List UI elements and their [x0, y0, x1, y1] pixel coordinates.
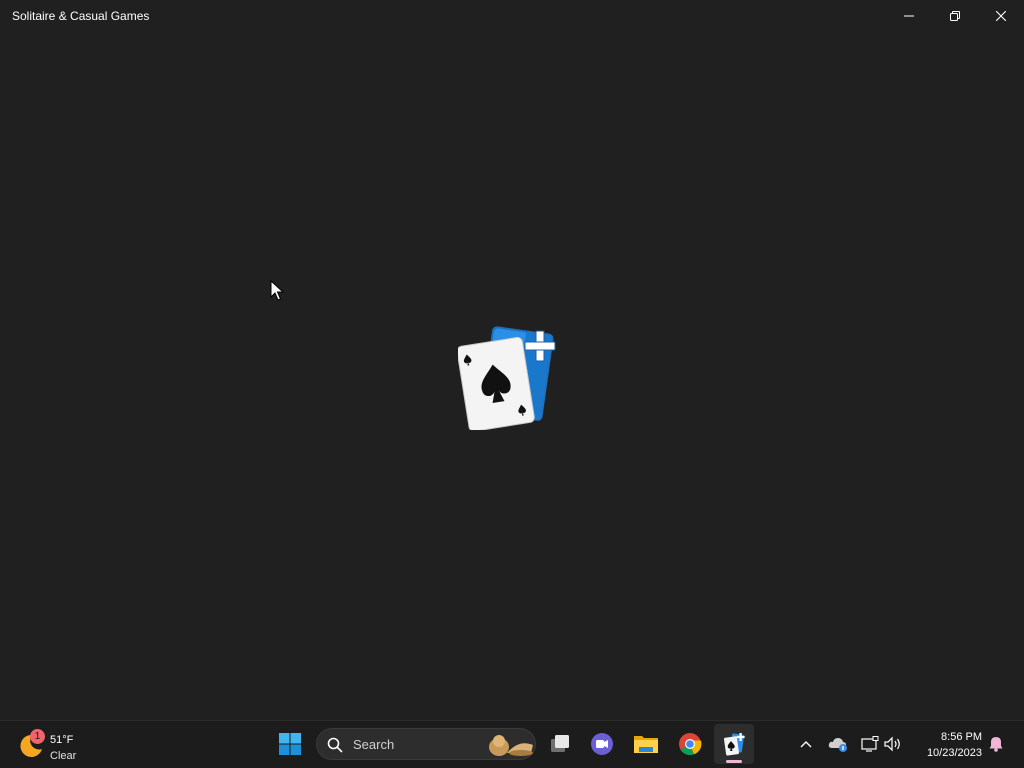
tray-overflow-button[interactable] [794, 732, 818, 756]
teams-icon [591, 733, 613, 755]
tray-onedrive[interactable] [826, 732, 850, 756]
taskbar-file-explorer[interactable] [626, 724, 666, 764]
notification-button[interactable] [984, 732, 1008, 756]
volume-icon [884, 736, 900, 752]
weather-widget[interactable]: 1 51°F Clear [14, 725, 104, 765]
window-title: Solitaire & Casual Games [12, 9, 150, 23]
restore-button[interactable] [932, 0, 978, 32]
close-icon [996, 11, 1006, 21]
taskbar-clock[interactable]: 8:56 PM 10/23/2023 [912, 729, 982, 761]
chevron-up-icon [800, 741, 812, 748]
bell-icon [989, 737, 1003, 752]
weather-temperature: 51°F [50, 734, 74, 746]
chrome-icon [679, 733, 702, 756]
solitaire-window: Solitaire & Casual Games [0, 0, 1024, 720]
title-bar[interactable]: Solitaire & Casual Games [0, 0, 1024, 32]
solitaire-icon [723, 733, 745, 756]
solitaire-logo-icon [458, 326, 556, 430]
restore-icon [950, 11, 960, 21]
weather-alert-badge: 1 [30, 729, 45, 744]
active-app-indicator [726, 760, 742, 763]
tray-volume[interactable] [881, 732, 905, 756]
windows-start-icon [279, 733, 301, 755]
network-icon [861, 736, 879, 752]
mouse-cursor-icon [270, 280, 284, 301]
search-icon [327, 737, 343, 753]
start-button[interactable] [270, 724, 310, 764]
window-controls [886, 0, 1024, 32]
tray-network[interactable] [858, 732, 882, 756]
close-button[interactable] [978, 0, 1024, 32]
weather-condition: Clear [50, 750, 77, 762]
onedrive-icon [828, 738, 847, 752]
search-highlight-icon [489, 735, 533, 756]
clock-time: 8:56 PM [941, 731, 982, 743]
search-box[interactable]: Search [316, 728, 536, 760]
minimize-button[interactable] [886, 0, 932, 32]
task-view-icon [551, 735, 569, 752]
folder-icon [634, 736, 658, 753]
minimize-icon [904, 15, 914, 17]
taskbar-task-view[interactable] [540, 724, 580, 764]
taskbar-solitaire[interactable] [714, 724, 754, 764]
clock-date: 10/23/2023 [926, 747, 982, 759]
taskbar-chrome[interactable] [670, 724, 710, 764]
search-label: Search [353, 737, 395, 752]
taskbar-teams[interactable] [582, 724, 622, 764]
